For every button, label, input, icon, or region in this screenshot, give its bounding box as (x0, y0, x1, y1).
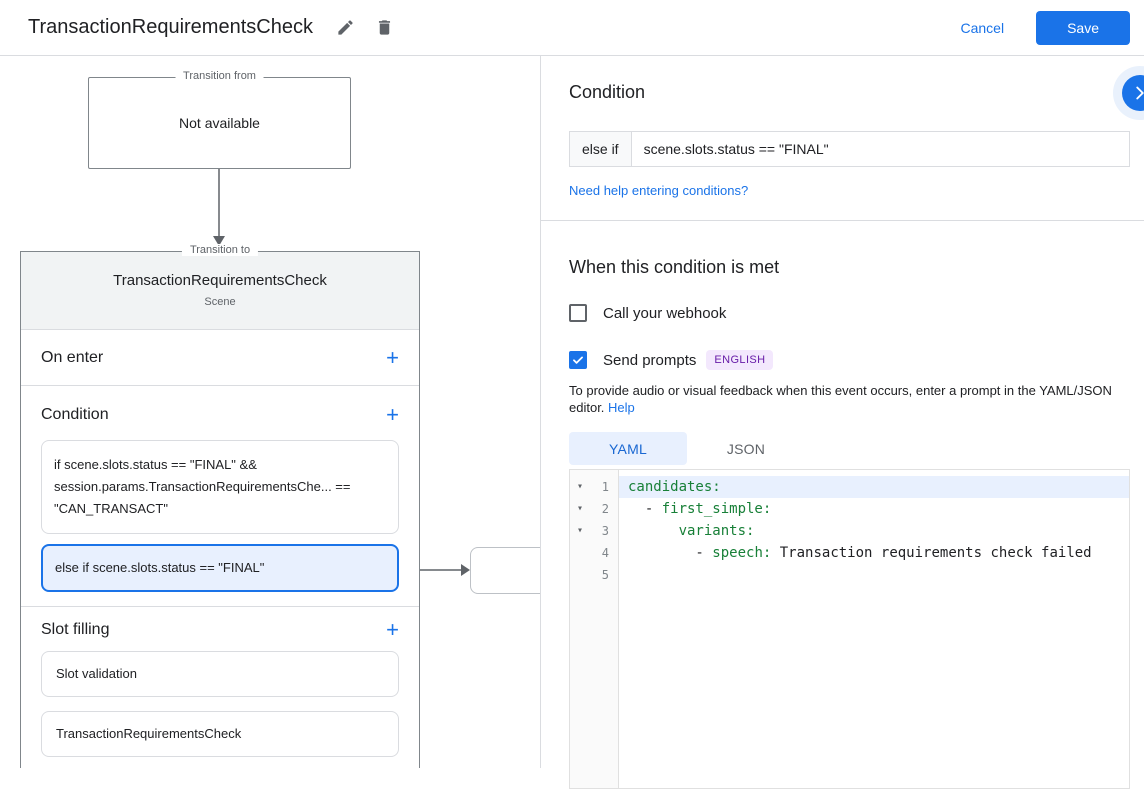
code-token-plain: - (628, 545, 712, 561)
scene-card-header[interactable]: TransactionRequirementsCheck Scene (21, 252, 419, 330)
editor-line: ▾3 variants: (570, 520, 1129, 542)
send-prompts-row[interactable]: Send prompts ENGLISH (569, 350, 1130, 370)
condition-section: Condition + if scene.slots.status == "FI… (21, 386, 419, 607)
code-line[interactable]: candidates: (619, 476, 1129, 498)
panel-title: Condition (569, 82, 1130, 103)
language-badge: ENGLISH (706, 350, 773, 370)
topbar-left: TransactionRequirementsCheck (28, 11, 401, 44)
slot-filling-title: Slot filling (41, 621, 109, 639)
on-enter-title: On enter (41, 349, 103, 367)
code-token-key: variants: (679, 523, 755, 539)
main-area: Transition from Not available Transition… (0, 56, 1144, 768)
app-window: TransactionRequirementsCheck Cancel Save (0, 0, 1144, 768)
code-line[interactable] (619, 564, 1129, 586)
transition-from-label: Transition from (175, 70, 264, 82)
add-condition-button[interactable]: + (386, 406, 399, 424)
line-number: 2 (590, 502, 619, 516)
collapse-arrow-icon[interactable]: ▾ (570, 520, 590, 542)
condition-item-selected[interactable]: else if scene.slots.status == "FINAL" (41, 544, 399, 592)
line-number: 4 (590, 546, 619, 560)
condition-expression-input[interactable] (631, 131, 1130, 167)
editor-line: 4 - speech: Transaction requirements che… (570, 542, 1129, 564)
condition-item[interactable]: if scene.slots.status == "FINAL" && sess… (41, 440, 399, 534)
transition-from-box[interactable]: Transition from Not available (88, 77, 351, 169)
slot-filling-section: Slot filling + Slot validation Transacti… (21, 607, 419, 768)
transition-from-content: Not available (89, 78, 350, 168)
code-editor[interactable]: ▾1candidates:▾2 - first_simple:▾3 varian… (569, 469, 1130, 789)
editor-line: ▾1 candidates: (570, 476, 1129, 498)
condition-prefix-chip: else if (569, 131, 632, 167)
code-token-plain: Transaction requirements check failed (771, 545, 1091, 561)
code-line[interactable]: variants: (619, 520, 1129, 542)
line-number: 1 (590, 480, 619, 494)
topbar-right: Cancel Save (954, 11, 1130, 45)
condition-expression-row: else if (569, 131, 1130, 167)
transition-target-box[interactable] (470, 547, 540, 594)
condition-section-header: Condition + (41, 406, 399, 424)
scene-title: TransactionRequirementsCheck (31, 272, 409, 289)
add-slot-button[interactable]: + (386, 621, 399, 639)
scene-subtitle: Scene (31, 296, 409, 308)
code-token-key: candidates: (628, 479, 721, 495)
prompts-help-link[interactable]: Help (608, 400, 635, 415)
slot-item[interactable]: Slot validation (41, 651, 399, 697)
trash-icon (375, 18, 394, 37)
condition-section-title: Condition (41, 406, 109, 424)
code-token-plain (628, 523, 679, 539)
line-number: 5 (590, 568, 619, 582)
condition-met-section: When this condition is met Call your web… (541, 221, 1144, 789)
transition-to-label: Transition to (182, 244, 258, 256)
prompts-description: To provide audio or visual feedback when… (569, 382, 1130, 416)
pencil-icon (336, 18, 355, 37)
chevron-right-icon (1129, 82, 1144, 104)
code-line[interactable]: - first_simple: (619, 498, 1129, 520)
editor-gutter-cell: 4 (570, 542, 619, 564)
slot-filling-section-header: Slot filling + (41, 621, 399, 639)
send-prompts-checkbox[interactable] (569, 351, 587, 369)
flow-canvas[interactable]: Transition from Not available Transition… (0, 56, 540, 768)
collapse-arrow-icon[interactable]: ▾ (570, 476, 590, 498)
add-on-enter-button[interactable]: + (386, 349, 399, 367)
code-token-plain: - (628, 501, 662, 517)
save-button[interactable]: Save (1036, 11, 1130, 45)
code-editor-lines: ▾1candidates:▾2 - first_simple:▾3 varian… (570, 476, 1129, 586)
check-icon (571, 353, 585, 367)
webhook-row[interactable]: Call your webhook (569, 304, 1130, 322)
editor-line: 5 (570, 564, 1129, 586)
topbar: TransactionRequirementsCheck Cancel Save (0, 0, 1144, 56)
detail-panel: Condition else if Need help entering con… (540, 56, 1144, 768)
send-prompts-label: Send prompts (603, 352, 696, 369)
slot-item[interactable]: TransactionRequirementsCheck (41, 711, 399, 757)
edit-button[interactable] (329, 11, 362, 44)
editor-gutter-cell: ▾1 (570, 476, 619, 498)
webhook-label: Call your webhook (603, 305, 726, 322)
code-token-key: speech: (712, 545, 771, 561)
cancel-button[interactable]: Cancel (954, 12, 1010, 44)
line-number: 3 (590, 524, 619, 538)
editor-tabs: YAML JSON (569, 432, 1130, 465)
editor-gutter-cell: ▾2 (570, 498, 619, 520)
tab-json[interactable]: JSON (687, 432, 805, 465)
prompts-description-text: To provide audio or visual feedback when… (569, 383, 1112, 415)
page-title: TransactionRequirementsCheck (28, 16, 313, 39)
on-enter-section: On enter + (21, 330, 419, 386)
code-line[interactable]: - speech: Transaction requirements check… (619, 542, 1129, 564)
tab-yaml[interactable]: YAML (569, 432, 687, 465)
condition-arrowhead-icon (461, 564, 470, 576)
webhook-checkbox[interactable] (569, 304, 587, 322)
delete-button[interactable] (368, 11, 401, 44)
editor-line: ▾2 - first_simple: (570, 498, 1129, 520)
collapse-arrow-icon[interactable]: ▾ (570, 498, 590, 520)
editor-gutter-cell: ▾3 (570, 520, 619, 542)
scene-card: Transition to TransactionRequirementsChe… (20, 251, 420, 768)
editor-gutter-cell: 5 (570, 564, 619, 586)
when-met-title: When this condition is met (569, 257, 1130, 278)
code-token-key: first_simple: (662, 501, 772, 517)
conditions-help-link[interactable]: Need help entering conditions? (569, 183, 748, 198)
condition-editor-section: Condition else if Need help entering con… (541, 56, 1144, 220)
